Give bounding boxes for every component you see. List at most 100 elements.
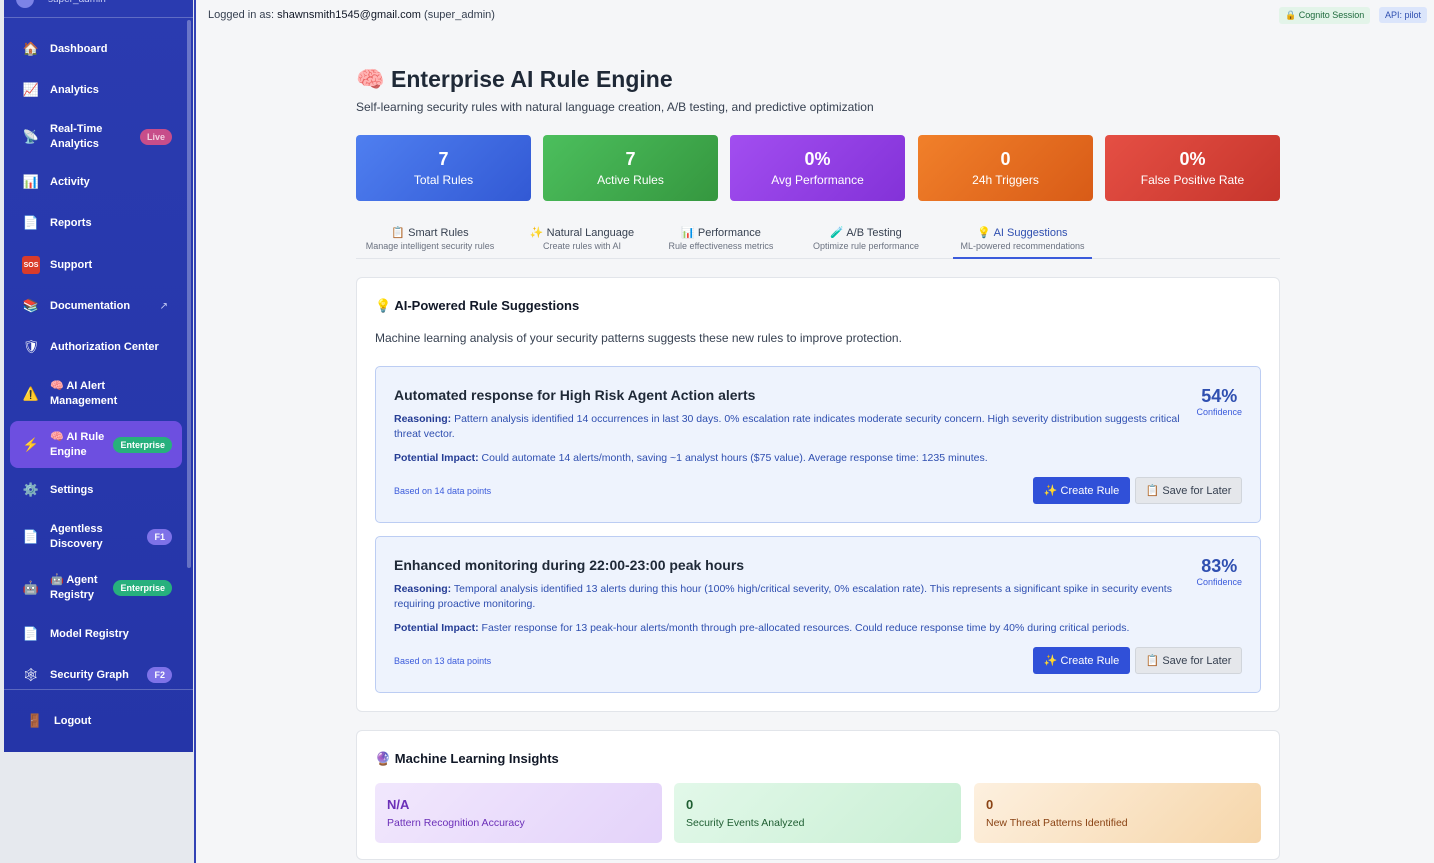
ml-insights-card: 🔮 Machine Learning Insights N/A Pattern … (356, 730, 1280, 860)
suggestions-card: 💡 AI-Powered Rule Suggestions Machine le… (356, 277, 1280, 712)
stat-label: Total Rules (413, 173, 474, 187)
stat-label: 24h Triggers (972, 173, 1039, 187)
sidebar-item-analytics[interactable]: 📈 Analytics (10, 80, 182, 100)
create-rule-button[interactable]: ✨ Create Rule (1033, 477, 1130, 504)
stat-false-positive-rate: 0% False Positive Rate (1105, 135, 1280, 201)
sidebar-item-label: 🤖 Agent Registry (50, 574, 98, 601)
robot-icon: 🤖 (22, 580, 40, 595)
bar-chart-icon: 📊 (22, 174, 40, 189)
main-content: Logged in as: shawnsmith1545@gmail.com (… (194, 0, 1434, 863)
document-icon: 📄 (22, 529, 40, 544)
house-icon: 🏠 (22, 41, 40, 56)
stat-active-rules: 7 Active Rules (543, 135, 718, 201)
sidebar-item-real-time-analytics[interactable]: 📡 Real-Time Analytics Live (10, 121, 182, 153)
sidebar-item-support[interactable]: SOS Support (10, 255, 182, 275)
stat-value: 0% (804, 149, 831, 169)
page-title: 🧠 Enterprise AI Rule Engine (356, 66, 673, 92)
sidebar-item-dashboard[interactable]: 🏠 Dashboard (10, 39, 182, 59)
suggestion-impact: Potential Impact: Could automate 14 aler… (394, 451, 1194, 466)
stat-avg-performance: 0% Avg Performance (730, 135, 905, 201)
page-subtitle: Self-learning security rules with natura… (356, 100, 874, 114)
stat-value: 7 (625, 149, 636, 169)
suggestions-heading: 💡 AI-Powered Rule Suggestions (375, 298, 580, 313)
tab-sublabel: Create rules with AI (542, 241, 622, 251)
suggestion-item: Automated response for High Risk Agent A… (375, 366, 1261, 523)
sidebar-item-label: Dashboard (50, 42, 108, 55)
stat-value: 7 (438, 149, 449, 169)
save-for-later-button[interactable]: 📋 Save for Later (1135, 647, 1242, 674)
sidebar-item-ai-alert-management[interactable]: ⚠️ 🧠 AI Alert Management (10, 378, 182, 410)
document-icon: 📄 (22, 626, 40, 641)
insight-label: New Threat Patterns Identified (986, 817, 1128, 829)
sidebar: super_admin 🏠 Dashboard 📈 Analytics 📡 Re… (4, 0, 193, 752)
insight-events-analyzed: 0 Security Events Analyzed (674, 783, 961, 843)
impact-label: Potential Impact: (394, 622, 479, 634)
insight-pattern-accuracy: N/A Pattern Recognition Accuracy (375, 783, 662, 843)
chart-up-icon: 📈 (22, 82, 40, 97)
sidebar-item-label: Documentation (50, 299, 131, 312)
sidebar-item-model-registry[interactable]: 📄 Model Registry (10, 624, 182, 644)
tab-ai-suggestions[interactable]: 💡 AI Suggestions ML-powered recommendati… (953, 226, 1092, 259)
sidebar-item-label: Settings (50, 483, 94, 496)
sidebar-item-agent-registry[interactable]: 🤖 🤖 Agent Registry Enterprise (10, 572, 182, 604)
insight-value: N/A (387, 797, 410, 812)
satellite-icon: 📡 (22, 129, 40, 144)
stat-24h-triggers: 0 24h Triggers (918, 135, 1093, 201)
tab-ab-testing[interactable]: 🧪 A/B Testing Optimize rule performance (806, 226, 926, 251)
api-badge: API: pilot (1379, 7, 1428, 23)
tab-natural-language[interactable]: ✨ Natural Language Create rules with AI (526, 226, 638, 251)
stat-label: Avg Performance (771, 173, 864, 187)
insight-new-threat-patterns: 0 New Threat Patterns Identified (974, 783, 1261, 843)
sidebar-divider (4, 689, 193, 690)
suggestion-item: Enhanced monitoring during 22:00-23:00 p… (375, 536, 1261, 693)
sidebar-item-documentation[interactable]: 📚 Documentation ↗ (10, 296, 182, 316)
insight-label: Pattern Recognition Accuracy (387, 817, 525, 829)
avatar[interactable] (16, 0, 34, 8)
tab-label: 💡 AI Suggestions (977, 227, 1068, 239)
sidebar-item-label: Security Graph (50, 668, 129, 681)
sidebar-item-settings[interactable]: ⚙️ Settings (10, 480, 182, 500)
sidebar-user: super_admin (4, 0, 193, 18)
sidebar-item-security-graph[interactable]: 🕸 Security Graph F2 (10, 665, 182, 685)
logout-button[interactable]: 🚪 Logout (10, 711, 182, 731)
sidebar-item-label: 🧠 AI Alert Management (50, 380, 118, 407)
sidebar-item-label: Authorization Center (50, 340, 159, 353)
sidebar-item-activity[interactable]: 📊 Activity (10, 172, 182, 192)
suggestion-reasoning: Reasoning: Temporal analysis identified … (394, 582, 1194, 612)
sidebar-item-label: Real-Time Analytics (50, 123, 103, 150)
tab-label: ✨ Natural Language (529, 227, 635, 239)
sidebar-item-label: Support (50, 258, 93, 271)
sidebar-item-reports[interactable]: 📄 Reports (10, 213, 182, 233)
suggestion-impact: Potential Impact: Faster response for 13… (394, 621, 1194, 636)
tab-smart-rules[interactable]: 📋 Smart Rules Manage intelligent securit… (356, 226, 504, 251)
user-email: shawnsmith1545@gmail.com (277, 9, 421, 21)
sidebar-item-agentless-discovery[interactable]: 📄 Agentless Discovery F1 (10, 521, 182, 553)
shield-icon: 🛡 (22, 339, 40, 354)
confidence-label: Confidence (1196, 407, 1242, 417)
enterprise-badge: Enterprise (113, 436, 172, 453)
ml-insights-heading: 🔮 Machine Learning Insights (375, 751, 559, 766)
sidebar-item-label: Analytics (50, 83, 99, 96)
create-rule-button[interactable]: ✨ Create Rule (1033, 647, 1130, 674)
confidence-score: 83% Confidence (1196, 556, 1242, 587)
logged-in-status: Logged in as: shawnsmith1545@gmail.com (… (208, 9, 495, 21)
save-for-later-button[interactable]: 📋 Save for Later (1135, 477, 1242, 504)
impact-label: Potential Impact: (394, 452, 479, 464)
sidebar-item-authorization-center[interactable]: 🛡 Authorization Center (10, 337, 182, 357)
door-icon: 🚪 (26, 713, 44, 728)
sidebar-item-label: Activity (50, 175, 90, 188)
f2-badge: F2 (147, 667, 172, 683)
sidebar-scrollbar[interactable] (187, 20, 191, 568)
sidebar-item-label: Model Registry (50, 627, 129, 640)
stat-total-rules: 7 Total Rules (356, 135, 531, 201)
tab-label: 📋 Smart Rules (391, 227, 469, 239)
data-points-note: Based on 14 data points (394, 486, 492, 496)
tab-sublabel: ML-powered recommendations (960, 241, 1085, 251)
tab-performance[interactable]: 📊 Performance Rule effectiveness metrics (660, 226, 782, 251)
tab-bar: 📋 Smart Rules Manage intelligent securit… (356, 222, 1280, 259)
reasoning-text: Temporal analysis identified 13 alerts d… (394, 583, 1172, 610)
warning-icon: ⚠️ (22, 386, 40, 401)
insight-label: Security Events Analyzed (686, 817, 805, 829)
enterprise-badge: Enterprise (113, 580, 172, 596)
sidebar-item-ai-rule-engine[interactable]: ⚡ 🧠 AI Rule Engine Enterprise (10, 421, 182, 468)
